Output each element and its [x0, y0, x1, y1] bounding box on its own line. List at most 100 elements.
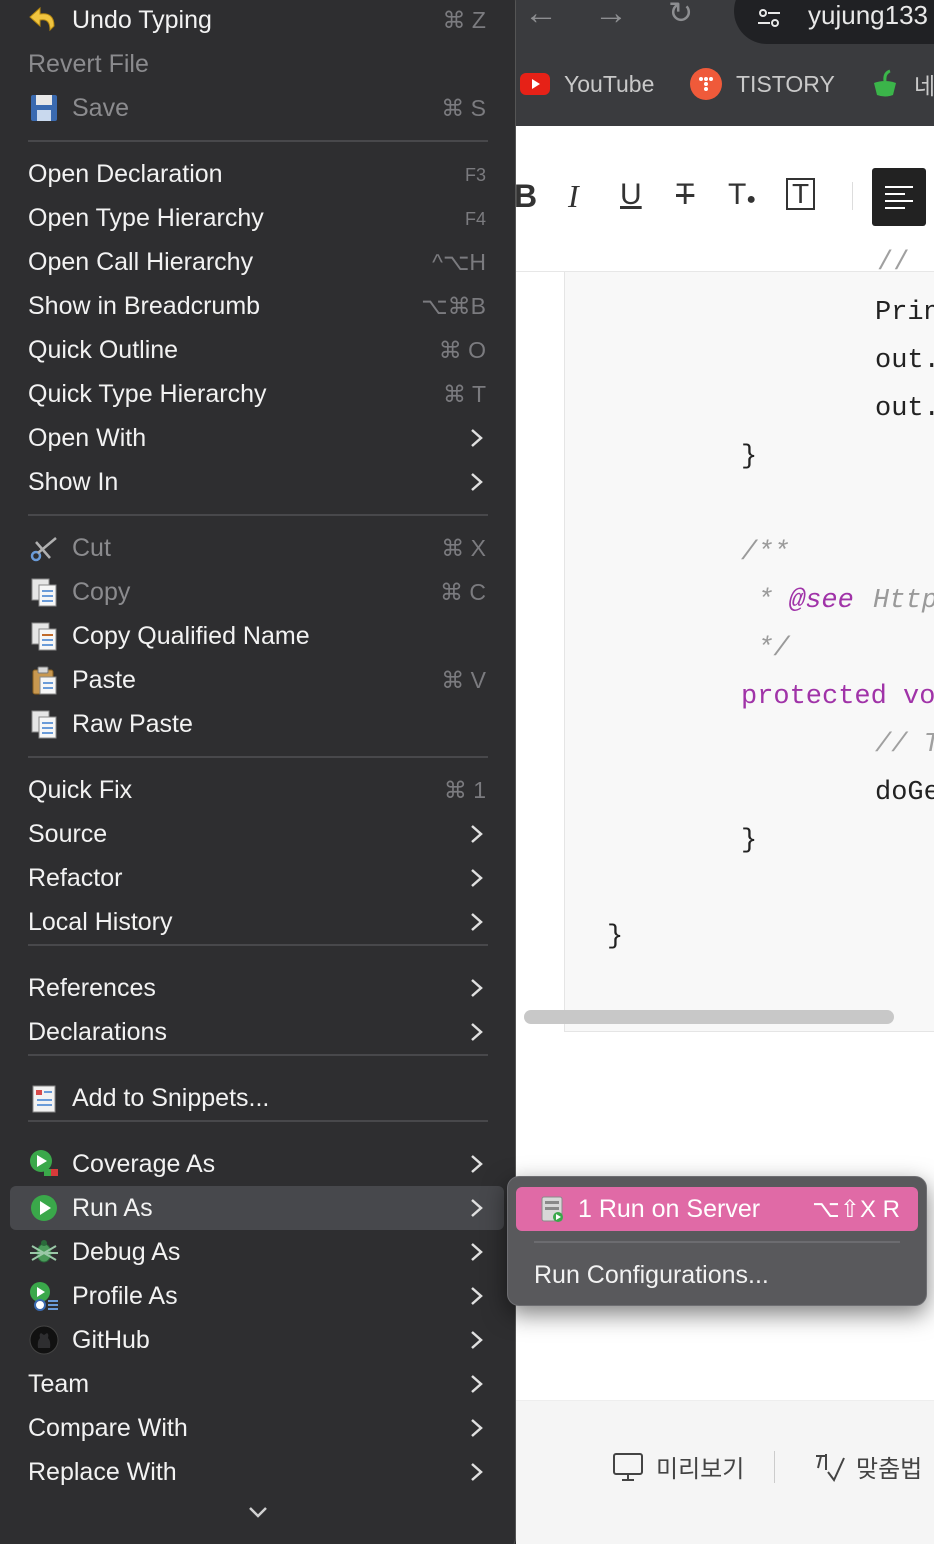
chevron-right-icon [471, 1155, 483, 1173]
menu-item-label: Quick Type Hierarchy [28, 380, 267, 408]
site-settings-icon[interactable] [756, 8, 782, 28]
code-line: out. [875, 346, 934, 376]
horizontal-scrollbar[interactable] [524, 1010, 894, 1024]
menu-item-shortcut: ⌘ V [441, 667, 486, 693]
bookmark-tistory[interactable]: TISTORY [690, 68, 835, 100]
spellcheck-button[interactable]: 맞춤법 [812, 1449, 922, 1484]
menu-item-open-declaration[interactable]: Open Declaration F3 [10, 152, 504, 196]
menu-item-label: GitHub [72, 1326, 150, 1354]
address-bar[interactable]: yujung133 [734, 0, 934, 44]
menu-item-profile-as[interactable]: Profile As [10, 1274, 504, 1318]
bookmark-label: YouTube [564, 70, 655, 97]
scroll-down-chevron-icon[interactable] [246, 1502, 270, 1522]
code-block[interactable]: // Prin out. out. } /** * @see Http */ p… [564, 248, 934, 1032]
menu-item-open-type-hierarchy[interactable]: Open Type Hierarchy F4 [10, 196, 504, 240]
underline-button[interactable]: U [620, 178, 642, 212]
menu-item-github[interactable]: GitHub [10, 1318, 504, 1362]
code-line: doGe [875, 778, 934, 808]
menu-item-label: Open Declaration [28, 160, 223, 188]
back-arrow-icon[interactable]: ← [524, 0, 558, 33]
youtube-icon [520, 73, 550, 95]
italic-button[interactable]: I [568, 178, 579, 215]
raw-paste-icon [31, 710, 57, 739]
menu-item-show-in-breadcrumb[interactable]: Show in Breadcrumb ⌥⌘B [10, 284, 504, 328]
menu-item-debug-as[interactable]: Debug As [10, 1230, 504, 1274]
menu-item-label: Run As [72, 1194, 153, 1222]
spellcheck-label: 맞춤법 [856, 1456, 923, 1483]
menu-item-label: Coverage As [72, 1150, 216, 1178]
menu-item-local-history[interactable]: Local History [10, 900, 504, 944]
menu-item-source[interactable]: Source [10, 812, 504, 856]
menu-item-label: Compare With [28, 1414, 188, 1442]
bookmark-naver[interactable]: 네 [870, 68, 934, 100]
menu-item-open-with[interactable]: Open With [10, 416, 504, 460]
menu-item-run-as[interactable]: Run As [10, 1186, 504, 1230]
forward-arrow-icon[interactable]: → [594, 0, 628, 33]
strikethrough-button[interactable]: T [676, 178, 694, 212]
menu-item-copy: Copy ⌘ C [10, 570, 504, 614]
coverage-icon [30, 1150, 58, 1176]
menu-item-raw-paste[interactable]: Raw Paste [10, 702, 504, 746]
menu-item-copy-qualified-name[interactable]: Copy Qualified Name [10, 614, 504, 658]
menu-item-paste[interactable]: Paste ⌘ V [10, 658, 504, 702]
menu-item-label: Profile As [72, 1282, 178, 1310]
menu-item-label: Undo Typing [72, 6, 212, 34]
menu-item-declarations[interactable]: Declarations [10, 1010, 504, 1054]
chevron-right-icon [471, 1375, 483, 1393]
menu-item-replace-with[interactable]: Replace With [10, 1450, 504, 1494]
chevron-right-icon [471, 473, 483, 491]
menu-item-quick-outline[interactable]: Quick Outline ⌘ O [10, 328, 504, 372]
paste-icon [32, 666, 57, 695]
menu-item-revert-file: Revert File [10, 42, 504, 86]
menu-item-undo-typing[interactable]: Undo Typing ⌘ Z [10, 0, 504, 42]
run-on-server-label: 1 Run on Server [578, 1195, 761, 1223]
code-line: } [741, 826, 758, 856]
chevron-right-icon [471, 913, 483, 931]
menu-item-references[interactable]: References [10, 966, 504, 1010]
code-line: out. [875, 394, 934, 424]
menu-item-label: References [28, 974, 156, 1002]
menu-item-save: Save ⌘ S [10, 86, 504, 130]
menu-item-label: Revert File [28, 50, 149, 78]
menu-item-show-in[interactable]: Show In [10, 460, 504, 504]
bookmark-youtube[interactable]: YouTube [520, 68, 654, 100]
tistory-icon [690, 68, 722, 100]
menu-item-label: Debug As [72, 1238, 181, 1266]
context-menu: Undo Typing ⌘ Z Revert File Save ⌘ S Open Dec… [0, 0, 516, 1544]
menu-item-open-call-hierarchy[interactable]: Open Call Hierarchy ^⌥H [10, 240, 504, 284]
bold-button[interactable]: B [514, 178, 537, 215]
reload-icon[interactable]: ↻ [668, 0, 693, 31]
menu-item-add-to-snippets[interactable]: Add to Snippets... [10, 1076, 504, 1120]
menu-item-refactor[interactable]: Refactor [10, 856, 504, 900]
run-on-server-item[interactable]: 1 Run on Server ⌥⇧X R [516, 1187, 918, 1231]
run-configurations-item[interactable]: Run Configurations... [534, 1261, 769, 1290]
menu-item-quick-type-hierarchy[interactable]: Quick Type Hierarchy ⌘ T [10, 372, 504, 416]
chevron-right-icon [471, 429, 483, 447]
menu-item-coverage-as[interactable]: Coverage As [10, 1142, 504, 1186]
menu-item-quick-fix[interactable]: Quick Fix ⌘ 1 [10, 768, 504, 812]
menu-item-label: Open With [28, 424, 147, 452]
menu-separator [28, 140, 488, 142]
chevron-right-icon [471, 1331, 483, 1349]
chevron-right-icon [471, 1287, 483, 1305]
preview-button[interactable]: 미리보기 [612, 1449, 744, 1484]
bookmark-label: TISTORY [736, 70, 835, 97]
monitor-icon [613, 1452, 643, 1481]
menu-separator [28, 756, 488, 758]
chevron-right-icon [471, 1199, 483, 1217]
text-background-button[interactable]: T [786, 178, 816, 210]
menu-item-team[interactable]: Team [10, 1362, 504, 1406]
chevron-right-icon [471, 1419, 483, 1437]
menu-item-compare-with[interactable]: Compare With [10, 1406, 504, 1450]
menu-item-label: Declarations [28, 1018, 167, 1046]
browser-window: ← → ↻ yujung133 YouTube TISTORY 네 B I U … [514, 0, 934, 1544]
menu-item-label: Open Type Hierarchy [28, 204, 264, 232]
align-left-button[interactable] [872, 168, 926, 226]
scissors-icon [30, 537, 57, 562]
editor-bottom-bar: 미리보기 맞춤법 [516, 1400, 934, 1544]
menu-item-label: Copy [72, 578, 131, 606]
text-color-button[interactable]: T● [728, 178, 756, 212]
run-as-submenu: 1 Run on Server ⌥⇧X R Run Configurations… [507, 1176, 927, 1306]
preview-label: 미리보기 [656, 1456, 745, 1483]
menu-item-label: Save [72, 94, 129, 122]
